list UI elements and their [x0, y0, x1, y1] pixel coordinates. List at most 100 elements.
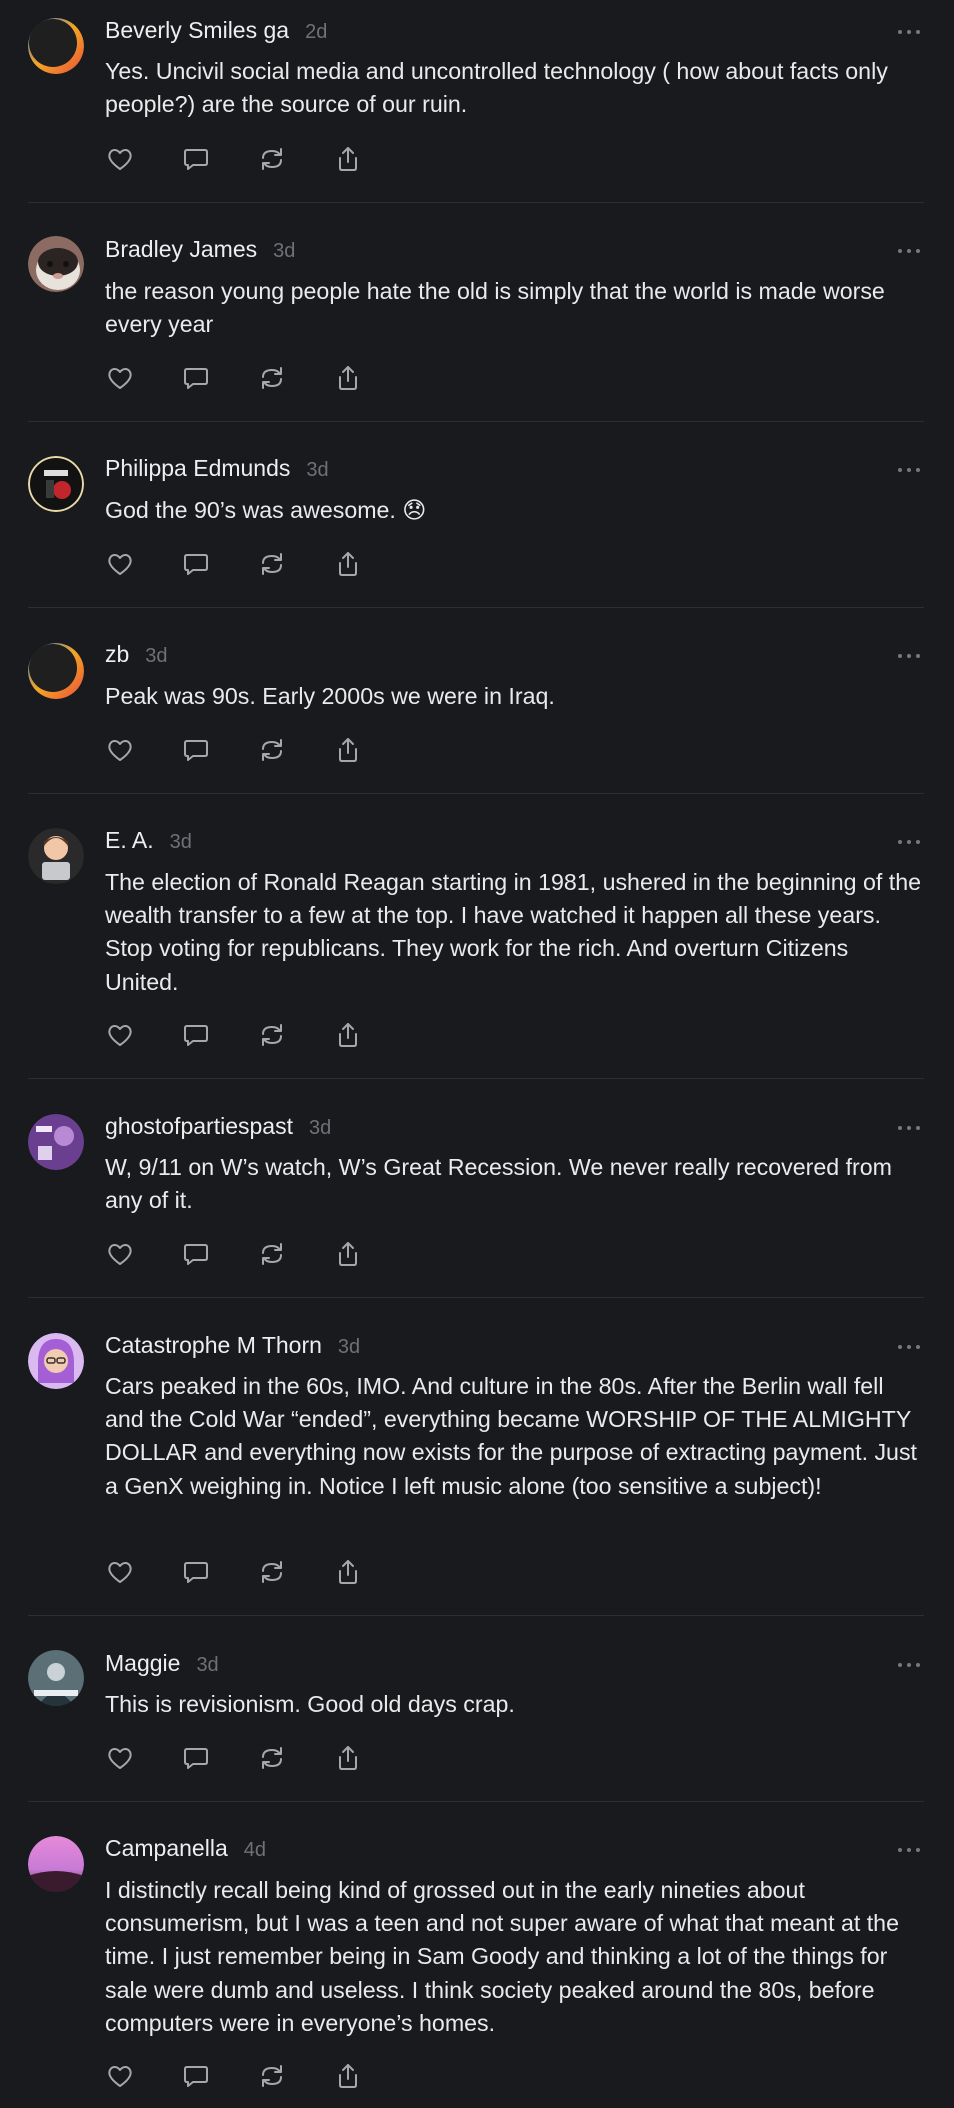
avatar[interactable] [28, 1114, 84, 1170]
share-icon[interactable] [331, 733, 365, 767]
share-icon[interactable] [331, 1018, 365, 1052]
more-icon[interactable] [898, 28, 920, 36]
post-timestamp: 3d [169, 831, 192, 853]
post-actions [103, 361, 407, 395]
post-header: Beverly Smiles ga 2d [105, 17, 327, 47]
reply-post[interactable]: E. A. 3d The election of Ronald Reagan sta… [0, 794, 954, 1079]
heart-icon[interactable] [103, 2059, 137, 2093]
comment-icon[interactable] [179, 1555, 213, 1589]
repost-icon[interactable] [255, 1018, 289, 1052]
share-icon[interactable] [331, 142, 365, 176]
more-icon[interactable] [898, 838, 920, 846]
post-header: ghostofpartiespast 3d [105, 1113, 331, 1143]
post-header: zb 3d [105, 641, 168, 671]
heart-icon[interactable] [103, 142, 137, 176]
repost-icon[interactable] [255, 142, 289, 176]
post-timestamp: 3d [337, 1336, 361, 1358]
share-icon[interactable] [331, 1741, 365, 1775]
post-actions [103, 1237, 407, 1271]
heart-icon[interactable] [103, 1237, 137, 1271]
comment-icon[interactable] [179, 547, 213, 581]
post-text: This is revisionism. Good old days crap. [105, 1691, 515, 1717]
post-actions [103, 1018, 407, 1052]
more-icon[interactable] [898, 1343, 920, 1351]
avatar[interactable] [28, 1650, 84, 1706]
heart-icon[interactable] [103, 1741, 137, 1775]
post-text: I distinctly recall being kind of grosse… [105, 1877, 899, 2036]
avatar[interactable] [28, 828, 84, 884]
heart-icon[interactable] [103, 1018, 137, 1052]
repost-icon[interactable] [255, 1237, 289, 1271]
post-text: God the 90’s was awesome. 😞 [105, 497, 427, 523]
author-name[interactable]: Catastrophe M Thorn [105, 1332, 322, 1359]
heart-icon[interactable] [103, 547, 137, 581]
author-name[interactable]: Campanella [105, 1835, 228, 1862]
post-text: Yes. Uncivil social media and uncontroll… [105, 58, 888, 118]
heart-icon[interactable] [103, 361, 137, 395]
author-name[interactable]: Beverly Smiles ga [105, 17, 289, 44]
author-name[interactable]: Bradley James [105, 236, 257, 263]
comment-icon[interactable] [179, 142, 213, 176]
more-icon[interactable] [898, 247, 920, 255]
more-icon[interactable] [898, 652, 920, 660]
post-timestamp: 3d [145, 645, 168, 667]
comment-icon[interactable] [179, 361, 213, 395]
avatar[interactable] [28, 1836, 84, 1892]
avatar[interactable] [28, 18, 84, 74]
avatar[interactable] [28, 236, 84, 292]
repost-icon[interactable] [255, 2059, 289, 2093]
more-icon[interactable] [898, 1661, 920, 1669]
post-actions [103, 547, 407, 581]
reply-post[interactable]: zb 3d Peak was 90s. Early 2000s we were in… [0, 608, 954, 794]
post-text: the reason young people hate the old is … [105, 278, 885, 338]
share-icon[interactable] [331, 1555, 365, 1589]
share-icon[interactable] [331, 361, 365, 395]
author-name[interactable]: Maggie [105, 1650, 180, 1677]
author-name[interactable]: zb [105, 641, 129, 668]
heart-icon[interactable] [103, 733, 137, 767]
repost-icon[interactable] [255, 1555, 289, 1589]
post-timestamp: 3d [308, 1117, 332, 1139]
author-name[interactable]: ghostofpartiespast [105, 1113, 293, 1140]
reply-post[interactable]: Philippa Edmunds 3d God the 90’s was aweso… [0, 422, 954, 608]
post-header: E. A. 3d [105, 827, 192, 857]
reply-post[interactable]: Maggie 3d This is revisionism. Good old da… [0, 1616, 954, 1802]
comment-icon[interactable] [179, 1741, 213, 1775]
reply-post[interactable]: ghostofpartiespast 3d W, 9/11 on W’s watch… [0, 1079, 954, 1298]
avatar[interactable] [28, 1333, 84, 1389]
heart-icon[interactable] [103, 1555, 137, 1589]
reply-post[interactable]: Beverly Smiles ga 2d Yes. Uncivil social m… [0, 0, 954, 203]
post-header: Bradley James 3d [105, 236, 295, 266]
comment-icon[interactable] [179, 2059, 213, 2093]
author-name[interactable]: E. A. [105, 827, 154, 854]
more-icon[interactable] [898, 466, 920, 474]
share-icon[interactable] [331, 2059, 365, 2093]
comment-icon[interactable] [179, 733, 213, 767]
share-icon[interactable] [331, 547, 365, 581]
post-header: Maggie 3d [105, 1650, 219, 1680]
repost-icon[interactable] [255, 733, 289, 767]
repost-icon[interactable] [255, 1741, 289, 1775]
avatar[interactable] [28, 643, 84, 699]
post-actions [103, 1555, 407, 1589]
repost-icon[interactable] [255, 361, 289, 395]
post-actions [103, 2059, 407, 2093]
reply-post[interactable]: Catastrophe M Thorn 3d Cars peaked in the … [0, 1298, 954, 1616]
more-icon[interactable] [898, 1846, 920, 1854]
post-text: Cars peaked in the 60s, IMO. And culture… [105, 1373, 917, 1499]
post-timestamp: 3d [306, 459, 329, 481]
post-timestamp: 3d [273, 240, 296, 262]
post-actions [103, 733, 407, 767]
avatar[interactable] [28, 456, 84, 512]
share-icon[interactable] [331, 1237, 365, 1271]
comment-icon[interactable] [179, 1018, 213, 1052]
comment-icon[interactable] [179, 1237, 213, 1271]
reply-post[interactable]: Bradley James 3d the reason young people h… [0, 203, 954, 422]
post-text: W, 9/11 on W’s watch, W’s Great Recessio… [105, 1154, 892, 1214]
repost-icon[interactable] [255, 547, 289, 581]
post-actions [103, 142, 407, 176]
post-text: Peak was 90s. Early 2000s we were in Ira… [105, 683, 555, 709]
reply-post[interactable]: Campanella 4d I distinctly recall being ki… [0, 1802, 954, 2108]
author-name[interactable]: Philippa Edmunds [105, 455, 290, 482]
more-icon[interactable] [898, 1124, 920, 1132]
